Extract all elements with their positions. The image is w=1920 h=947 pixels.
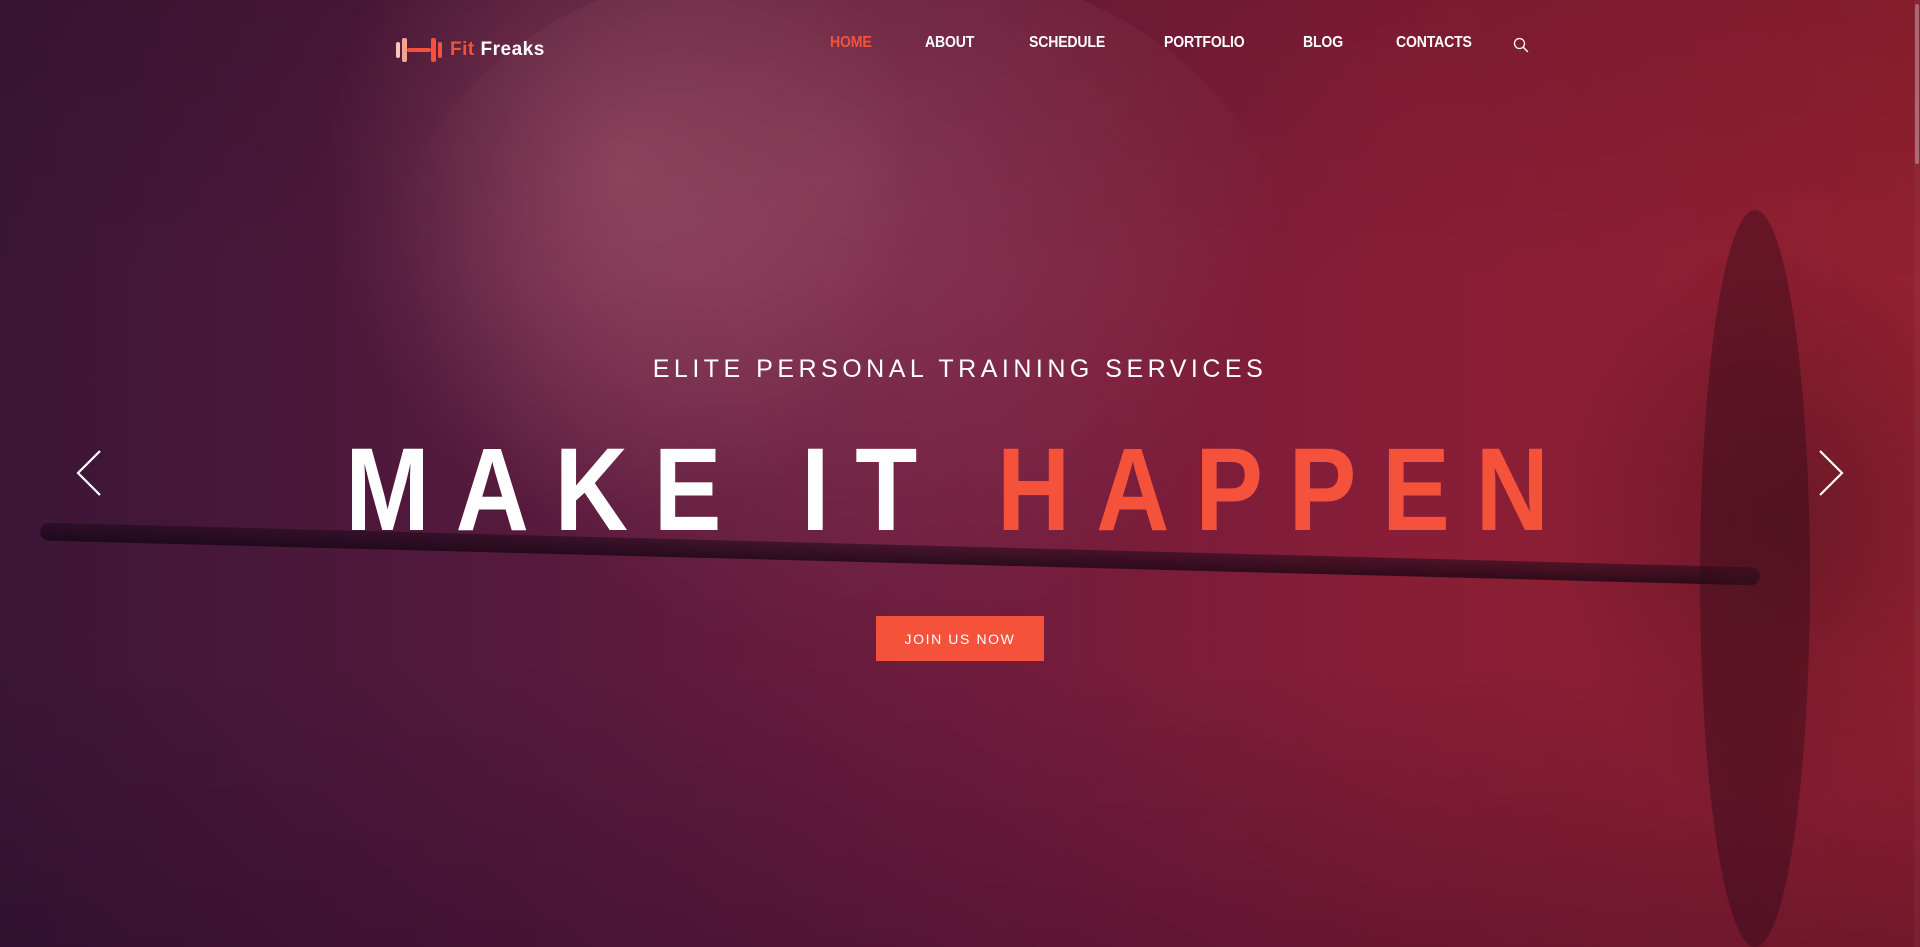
main-nav: HOME ABOUT SCHEDULE PORTFOLIO BLOG CONTA…	[830, 34, 1483, 52]
hero-slider: Fit Freaks HOME ABOUT SCHEDULE PORTFOLIO…	[0, 0, 1920, 947]
scrollbar-thumb[interactable]	[1915, 4, 1919, 164]
chevron-right-icon[interactable]	[1816, 448, 1846, 498]
nav-item-home[interactable]: HOME	[830, 34, 872, 52]
site-header: Fit Freaks HOME ABOUT SCHEDULE PORTFOLIO…	[0, 0, 1920, 92]
site-logo[interactable]: Fit Freaks	[396, 36, 545, 64]
dumbbell-icon	[396, 37, 442, 63]
hero-subtitle: ELITE PERSONAL TRAINING SERVICES	[652, 355, 1268, 383]
logo-text-part1: Fit	[450, 39, 481, 60]
page-scrollbar[interactable]	[1914, 0, 1920, 947]
search-icon[interactable]	[1513, 37, 1529, 53]
hero-headline-accent: HAPPEN	[997, 424, 1575, 556]
join-us-button[interactable]: JOIN US NOW	[876, 616, 1044, 661]
logo-text: Fit Freaks	[450, 39, 545, 61]
logo-text-part2: Freaks	[480, 39, 545, 60]
nav-item-schedule[interactable]: SCHEDULE	[1029, 34, 1105, 52]
nav-item-about[interactable]: ABOUT	[925, 34, 974, 52]
nav-item-blog[interactable]: BLOG	[1303, 34, 1343, 52]
nav-item-portfolio[interactable]: PORTFOLIO	[1164, 34, 1245, 52]
hero-headline-white: MAKE IT	[345, 424, 998, 556]
chevron-left-icon[interactable]	[74, 448, 104, 498]
hero-headline: MAKE IT HAPPEN	[134, 425, 1785, 555]
nav-item-contacts[interactable]: CONTACTS	[1396, 34, 1472, 52]
